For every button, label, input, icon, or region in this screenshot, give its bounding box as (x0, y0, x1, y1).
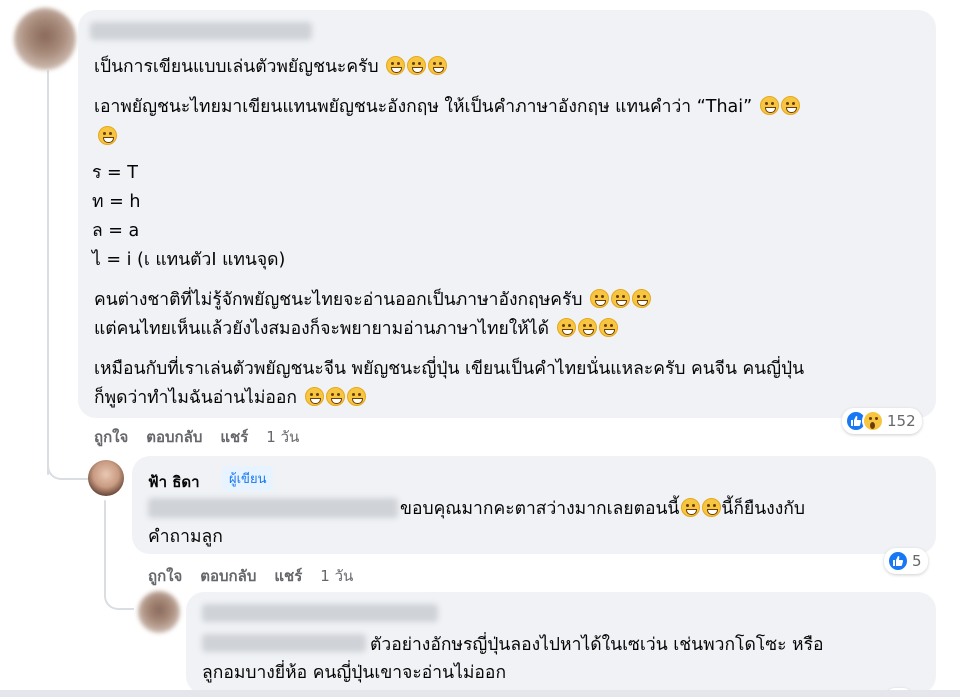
timestamp[interactable]: 1 วัน (266, 425, 299, 449)
grin-emoji-icon (577, 318, 597, 337)
share-button[interactable]: แชร์ (274, 564, 302, 588)
comment-line-2-cont (96, 122, 117, 152)
like-button[interactable]: ถูกใจ (148, 564, 182, 588)
grin-emoji-icon (346, 387, 366, 406)
reaction-count: 5 (912, 552, 922, 570)
grin-emoji-icon (632, 289, 652, 308)
avatar[interactable] (138, 591, 180, 633)
reaction-summary[interactable]: 152 (842, 408, 922, 434)
comment-line-7: คนต่างชาติที่ไม่รู้จักพยัญชนะไทยจะอ่านออ… (94, 285, 652, 315)
reply-text: ขอบคุณมากคะตาสว่างมากเลยตอนนี้ (400, 499, 680, 519)
comment-text: ก็พูดว่าทำไมฉันอ่านไม่ออก (94, 388, 297, 408)
reply-line-2: ลูกอมบางยี่ห้อ คนญี่ปุ่นเขาจะอ่านไม่ออก (202, 663, 507, 683)
comment-actions: ถูกใจ ตอบกลับ แชร์ 1 วัน (94, 425, 299, 449)
grin-emoji-icon (98, 126, 117, 145)
comment-line-6: ไ = i (เ แทนตัวI แทนจุด) (92, 250, 286, 270)
comment-text: เอาพยัญชนะไทยมาเขียนแทนพยัญชนะอังกฤษ ให้… (94, 97, 753, 117)
comment-line-4: ท = h (92, 192, 141, 212)
blurred-mention[interactable] (148, 498, 398, 518)
grin-emoji-icon (556, 318, 576, 337)
avatar[interactable] (14, 8, 76, 70)
blurred-author-name[interactable] (90, 22, 312, 40)
comment-text: คนต่างชาติที่ไม่รู้จักพยัญชนะไทยจะอ่านออ… (94, 290, 583, 310)
grin-emoji-icon (702, 498, 722, 517)
reply-text: นี้ก็ยืนงงกับ (721, 499, 805, 519)
grin-emoji-icon (304, 387, 324, 406)
comment-line-10: ก็พูดว่าทำไมฉันอ่านไม่ออก (94, 383, 366, 413)
reply-button[interactable]: ตอบกลับ (200, 564, 256, 588)
grin-emoji-icon (611, 289, 631, 308)
timestamp[interactable]: 1 วัน (320, 564, 353, 588)
page-scroll-edge (0, 690, 960, 697)
thread-line-main (47, 70, 49, 475)
reply-author-name[interactable]: ฟ้า ธิดา (148, 470, 200, 494)
reply-line-1: ขอบคุณมากคะตาสว่างมากเลยตอนนี้ นี้ก็ยืนงง… (400, 494, 805, 524)
blurred-mention[interactable] (202, 634, 366, 652)
reaction-count: 152 (887, 412, 916, 430)
grin-emoji-icon (428, 56, 448, 75)
comment-line-3: ร = T (92, 163, 138, 183)
comment-line-5: ล = a (92, 221, 140, 241)
grin-emoji-icon (386, 56, 406, 75)
grin-emoji-icon (407, 56, 427, 75)
like-icon (887, 550, 909, 572)
avatar[interactable] (88, 460, 124, 496)
share-button[interactable]: แชร์ (220, 425, 248, 449)
comment-line-1: เป็นการเขียนแบบเล่นตัวพยัญชนะครับ (94, 52, 448, 82)
grin-emoji-icon (590, 289, 610, 308)
grin-emoji-icon (759, 96, 779, 115)
reaction-summary[interactable]: 5 (884, 548, 928, 574)
blurred-author-name[interactable] (202, 604, 438, 622)
grin-emoji-icon (681, 498, 701, 517)
like-button[interactable]: ถูกใจ (94, 425, 128, 449)
grin-emoji-icon (598, 318, 618, 337)
grin-emoji-icon (780, 96, 800, 115)
reply-line-2: คำถามลูก (148, 527, 223, 547)
reply-actions: ถูกใจ ตอบกลับ แชร์ 1 วัน (148, 564, 353, 588)
comment-text: เป็นการเขียนแบบเล่นตัวพยัญชนะครับ (94, 57, 379, 77)
grin-emoji-icon (325, 387, 345, 406)
wow-icon (862, 410, 884, 432)
reply-line-1: ตัวอย่างอักษรญี่ปุ่นลองไปหาได้ในเซเว่น เ… (370, 635, 824, 655)
thread-elbow-reply1 (47, 440, 89, 480)
comment-text: แต่คนไทยเห็นแล้วยังไงสมองก็จะพยายามอ่านภ… (94, 319, 549, 339)
reply-button[interactable]: ตอบกลับ (146, 425, 202, 449)
author-badge: ผู้เขียน (222, 466, 274, 491)
comment-line-8: แต่คนไทยเห็นแล้วยังไงสมองก็จะพยายามอ่านภ… (94, 314, 618, 344)
comment-line-2: เอาพยัญชนะไทยมาเขียนแทนพยัญชนะอังกฤษ ให้… (94, 92, 800, 122)
thread-elbow-reply2 (104, 575, 134, 610)
comment-line-9: เหมือนกับที่เราเล่นตัวพยัญชนะจีน พยัญชนะ… (94, 359, 805, 379)
